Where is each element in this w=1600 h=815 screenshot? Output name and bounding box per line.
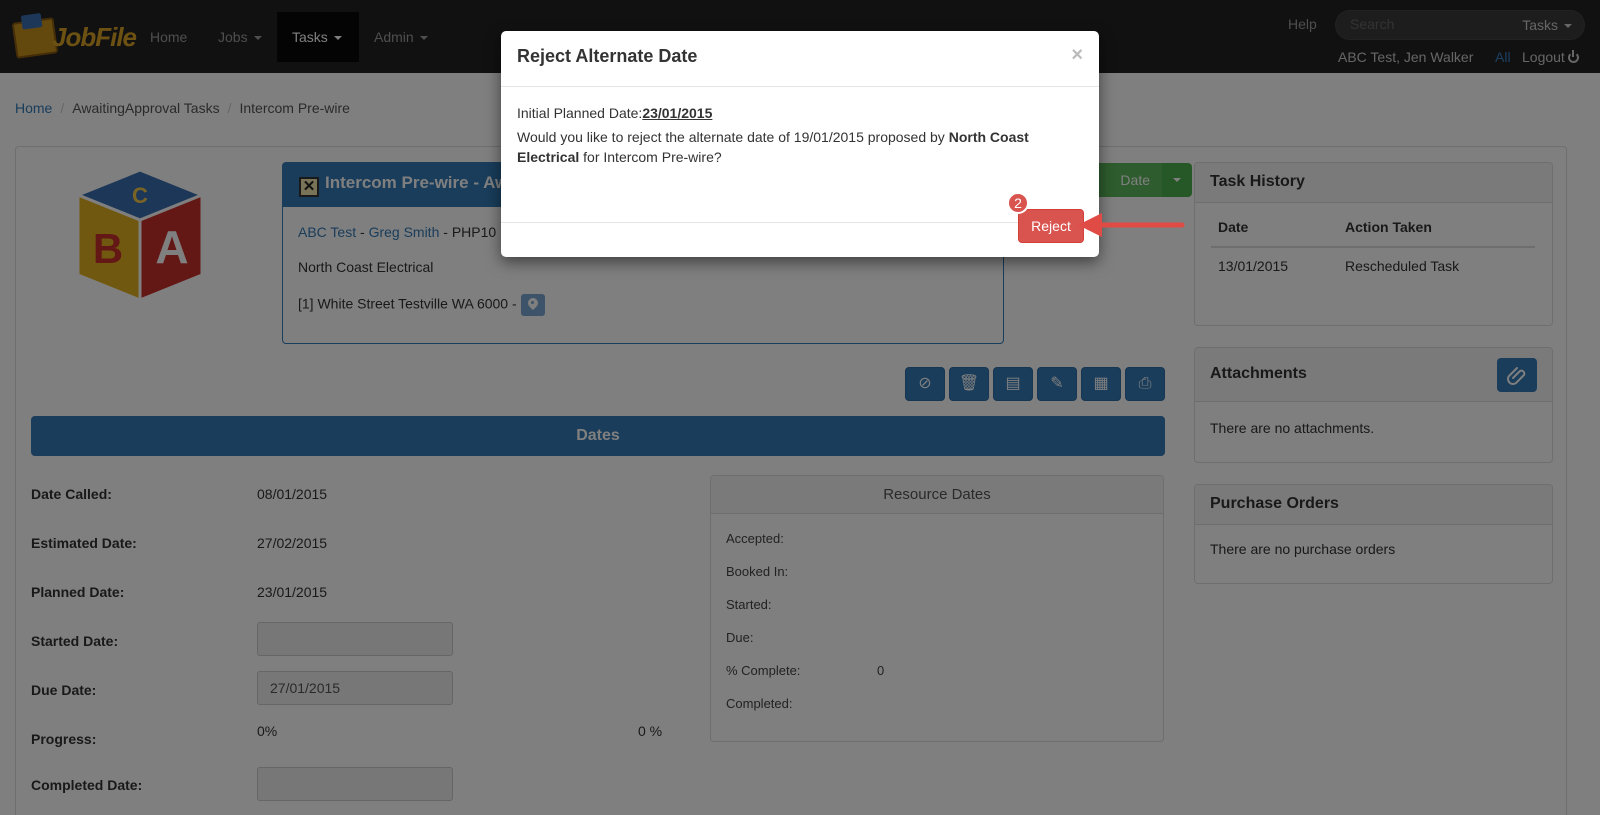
- modal-title: Reject Alternate Date: [517, 46, 698, 66]
- reject-button[interactable]: Reject: [1018, 209, 1084, 243]
- reject-alternate-date-modal: Reject Alternate Date × Initial Planned …: [501, 31, 1099, 257]
- annotation-arrow-icon: [1078, 213, 1185, 237]
- initial-date-label: Initial Planned Date:: [517, 105, 643, 121]
- step-badge: 2: [1007, 192, 1029, 214]
- initial-date-value: 23/01/2015: [642, 105, 713, 121]
- close-icon[interactable]: ×: [1071, 45, 1083, 65]
- reject-message: Would you like to reject the alternate d…: [517, 129, 1029, 165]
